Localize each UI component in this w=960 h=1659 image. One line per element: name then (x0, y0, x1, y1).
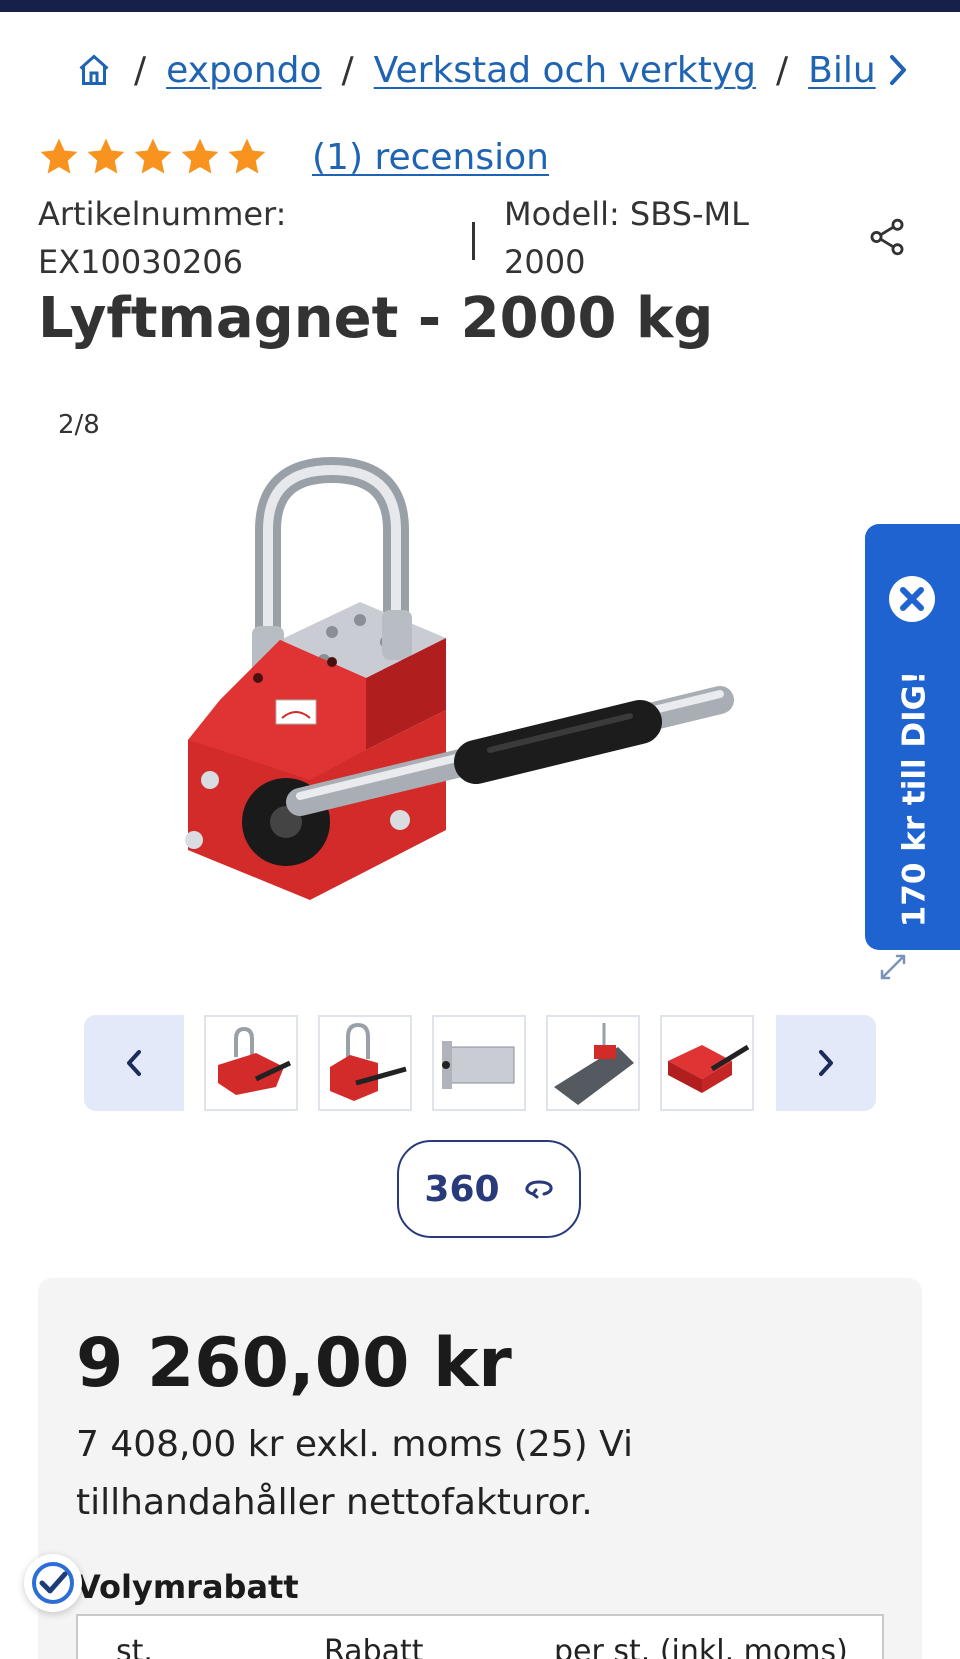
article-number: Artikelnummer: EX10030206 (38, 190, 286, 286)
thumbnail[interactable] (660, 1015, 754, 1111)
home-icon[interactable] (74, 50, 114, 90)
price: 9 260,00 kr (76, 1324, 512, 1403)
thumbnail[interactable] (204, 1015, 298, 1111)
model-number: Modell: SBS-ML 2000 (504, 190, 784, 286)
rotate-icon (524, 1180, 553, 1199)
volume-discount-title: Volymrabatt (76, 1568, 299, 1606)
resize-handle-icon[interactable] (876, 950, 910, 984)
carousel-prev-button[interactable] (84, 1015, 184, 1111)
promo-tab[interactable]: 170 kr till DIG! (865, 524, 960, 950)
price-box: 9 260,00 kr 7 408,00 kr exkl. moms (25) … (38, 1278, 922, 1659)
table-header-unit-price: per st. (inkl. moms) (554, 1634, 848, 1659)
rating: (1) recension (38, 136, 549, 178)
chevron-left-icon (127, 1050, 141, 1076)
close-icon[interactable] (887, 574, 937, 624)
trust-badge-icon[interactable] (24, 1554, 82, 1612)
meta-divider (472, 222, 475, 260)
star-icon (87, 138, 125, 174)
table-header-discount: Rabatt (324, 1634, 424, 1659)
star-icon (181, 138, 219, 174)
star-icon (40, 138, 78, 174)
page-title: Lyftmagnet - 2000 kg (38, 286, 714, 351)
article-label: Artikelnummer: (38, 195, 287, 233)
thumbnail[interactable] (546, 1015, 640, 1111)
carousel-next-button[interactable] (776, 1015, 876, 1111)
breadcrumb-link-car[interactable]: Bilu (808, 50, 876, 91)
model-line-2: 2000 (504, 243, 586, 281)
view-360-label: 360 (424, 1168, 500, 1210)
thumbnail-carousel (84, 1015, 876, 1111)
star-rating (38, 136, 268, 178)
breadcrumb-separator: / (134, 49, 147, 91)
top-bar (0, 0, 960, 12)
breadcrumb: / expondo / Verkstad och verktyg / Bilu (74, 44, 876, 96)
view-360-button[interactable]: 360 (397, 1140, 581, 1238)
chevron-right-icon[interactable] (878, 50, 918, 90)
promo-text[interactable]: 170 kr till DIG! (889, 664, 939, 934)
thumbnail[interactable] (432, 1015, 526, 1111)
volume-discount-table: st. Rabatt per st. (inkl. moms) (76, 1614, 884, 1659)
breadcrumb-link-workshop[interactable]: Verkstad och verktyg (374, 50, 756, 91)
product-image[interactable] (160, 450, 800, 970)
table-header-qty: st. (116, 1634, 153, 1659)
star-icon (134, 138, 172, 174)
share-icon[interactable] (866, 216, 908, 258)
net-price: 7 408,00 kr exkl. moms (25) Vi tillhanda… (76, 1424, 633, 1523)
review-link[interactable]: (1) recension (312, 137, 549, 178)
breadcrumb-separator: / (775, 49, 789, 91)
star-icon (228, 138, 266, 174)
article-value: EX10030206 (38, 243, 244, 281)
breadcrumb-link-expondo[interactable]: expondo (166, 50, 321, 91)
thumbnail[interactable] (318, 1015, 412, 1111)
image-counter: 2/8 (58, 410, 100, 440)
model-line-1: Modell: SBS-ML (504, 195, 749, 233)
breadcrumb-separator: / (341, 49, 354, 91)
chevron-right-icon (819, 1050, 833, 1076)
